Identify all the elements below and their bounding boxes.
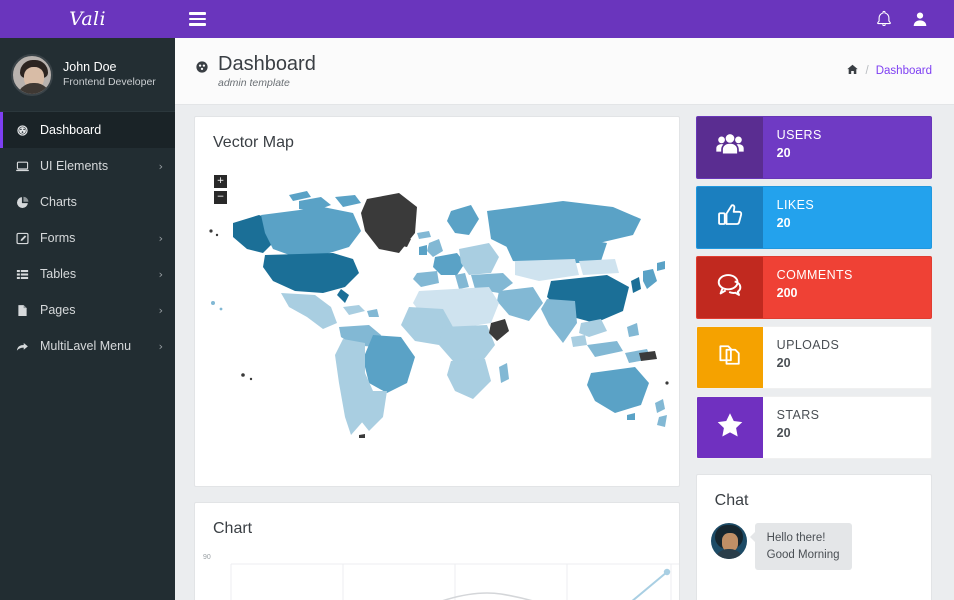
chevron-right-icon: ›: [159, 341, 163, 352]
profile-name: John Doe: [63, 60, 156, 76]
sidebar-item-pages[interactable]: Pages ›: [0, 292, 175, 328]
page-subtitle: admin template: [218, 77, 316, 89]
brand-logo-text: Vali: [69, 8, 106, 30]
sidebar-item-label: Charts: [40, 195, 163, 209]
chevron-right-icon: ›: [159, 269, 163, 280]
stat-label: UPLOADS: [777, 338, 931, 352]
chat-avatar: [711, 523, 747, 559]
menu-toggle-icon[interactable]: [175, 0, 219, 38]
stat-icon-wrap: [697, 327, 763, 388]
chevron-right-icon: ›: [159, 233, 163, 244]
stat-card-stars[interactable]: STARS 20: [696, 396, 932, 459]
stat-value: 200: [777, 286, 931, 300]
chat-panel: Chat Hello there! Good Morning: [696, 474, 932, 600]
page-title: Dashboard: [218, 53, 316, 76]
profile-role: Frontend Developer: [63, 76, 156, 89]
vector-map-title: Vector Map: [195, 117, 679, 161]
share-icon: [14, 338, 31, 354]
dashboard-icon: [14, 122, 31, 138]
content-area: Dashboard admin template / Dashboard Vec…: [175, 38, 954, 600]
sidebar: John Doe Frontend Developer Dashboard: [0, 38, 175, 600]
map-zoom-controls: + −: [214, 175, 227, 207]
stat-label: COMMENTS: [777, 268, 931, 282]
page-header: Dashboard admin template / Dashboard: [175, 38, 954, 105]
breadcrumb-separator: /: [866, 65, 869, 77]
chevron-right-icon: ›: [159, 305, 163, 316]
stat-value: 20: [777, 216, 931, 230]
stat-card-comments[interactable]: COMMENTS 200: [696, 256, 932, 319]
dashboard-grid: Vector Map + −: [175, 105, 954, 600]
home-icon[interactable]: [846, 63, 859, 79]
laptop-icon: [14, 158, 31, 174]
file-icon: [14, 302, 31, 318]
users-icon: [715, 130, 745, 165]
breadcrumb: / Dashboard: [846, 63, 932, 79]
hamburger-bar: [189, 12, 206, 15]
stat-value: 20: [777, 426, 931, 440]
comments-icon: [715, 270, 745, 305]
dashboard-app: Vali: [0, 0, 954, 600]
stat-card-uploads[interactable]: UPLOADS 20: [696, 326, 932, 389]
stat-icon-wrap: [697, 117, 763, 178]
top-bar: Vali: [0, 0, 954, 38]
stat-label: USERS: [777, 128, 931, 142]
right-column: USERS 20 LIKES: [696, 116, 932, 600]
chart-panel: Chart: [194, 502, 680, 600]
chat-title: Chat: [697, 475, 931, 519]
left-column: Vector Map + −: [194, 116, 680, 600]
sidebar-profile[interactable]: John Doe Frontend Developer: [0, 38, 175, 112]
sidebar-item-tables[interactable]: Tables ›: [0, 256, 175, 292]
sidebar-menu: Dashboard UI Elements ›: [0, 112, 175, 364]
brand-logo[interactable]: Vali: [0, 0, 175, 38]
chart-title: Chart: [195, 503, 679, 547]
stat-value: 20: [777, 356, 931, 370]
line-chart[interactable]: 90: [201, 558, 679, 600]
stat-value: 20: [777, 146, 931, 160]
topbar-actions: [874, 9, 954, 29]
sidebar-item-label: Forms: [40, 231, 159, 245]
sidebar-item-label: Tables: [40, 267, 159, 281]
avatar: [11, 54, 53, 96]
stat-card-likes[interactable]: LIKES 20: [696, 186, 932, 249]
sidebar-item-label: MultiLavel Menu: [40, 339, 159, 353]
sidebar-item-ui-elements[interactable]: UI Elements ›: [0, 148, 175, 184]
vector-map-panel: Vector Map + −: [194, 116, 680, 487]
sidebar-item-label: Dashboard: [40, 123, 163, 137]
chevron-right-icon: ›: [159, 161, 163, 172]
hamburger-bar: [189, 23, 206, 26]
user-icon[interactable]: [910, 9, 930, 29]
bell-icon[interactable]: [874, 9, 894, 29]
table-icon: [14, 266, 31, 282]
sidebar-item-label: Pages: [40, 303, 159, 317]
stat-label: LIKES: [777, 198, 931, 212]
chat-bubble: Hello there! Good Morning: [755, 523, 852, 570]
map-zoom-in-button[interactable]: +: [214, 175, 227, 188]
stat-icon-wrap: [697, 187, 763, 248]
stat-card-users[interactable]: USERS 20: [696, 116, 932, 179]
chat-message: Hello there! Good Morning: [697, 519, 931, 570]
stat-icon-wrap: [697, 257, 763, 318]
files-icon: [716, 341, 744, 374]
map-zoom-out-button[interactable]: −: [214, 191, 227, 204]
star-icon: [715, 410, 745, 445]
stat-icon-wrap: [697, 397, 763, 458]
sidebar-item-multilevel-menu[interactable]: MultiLavel Menu ›: [0, 328, 175, 364]
sidebar-item-charts[interactable]: Charts: [0, 184, 175, 220]
thumbs-up-icon: [716, 201, 744, 234]
hamburger-bar: [189, 18, 206, 21]
pie-chart-icon: [14, 194, 31, 210]
dashboard-icon: [194, 59, 210, 80]
stat-label: STARS: [777, 408, 931, 422]
sidebar-item-label: UI Elements: [40, 159, 159, 173]
breadcrumb-current[interactable]: Dashboard: [876, 65, 932, 77]
chart-y-tick: 90: [203, 554, 211, 561]
sidebar-item-dashboard[interactable]: Dashboard: [0, 112, 175, 148]
sidebar-item-forms[interactable]: Forms ›: [0, 220, 175, 256]
edit-icon: [14, 230, 31, 246]
world-map[interactable]: [203, 177, 673, 477]
